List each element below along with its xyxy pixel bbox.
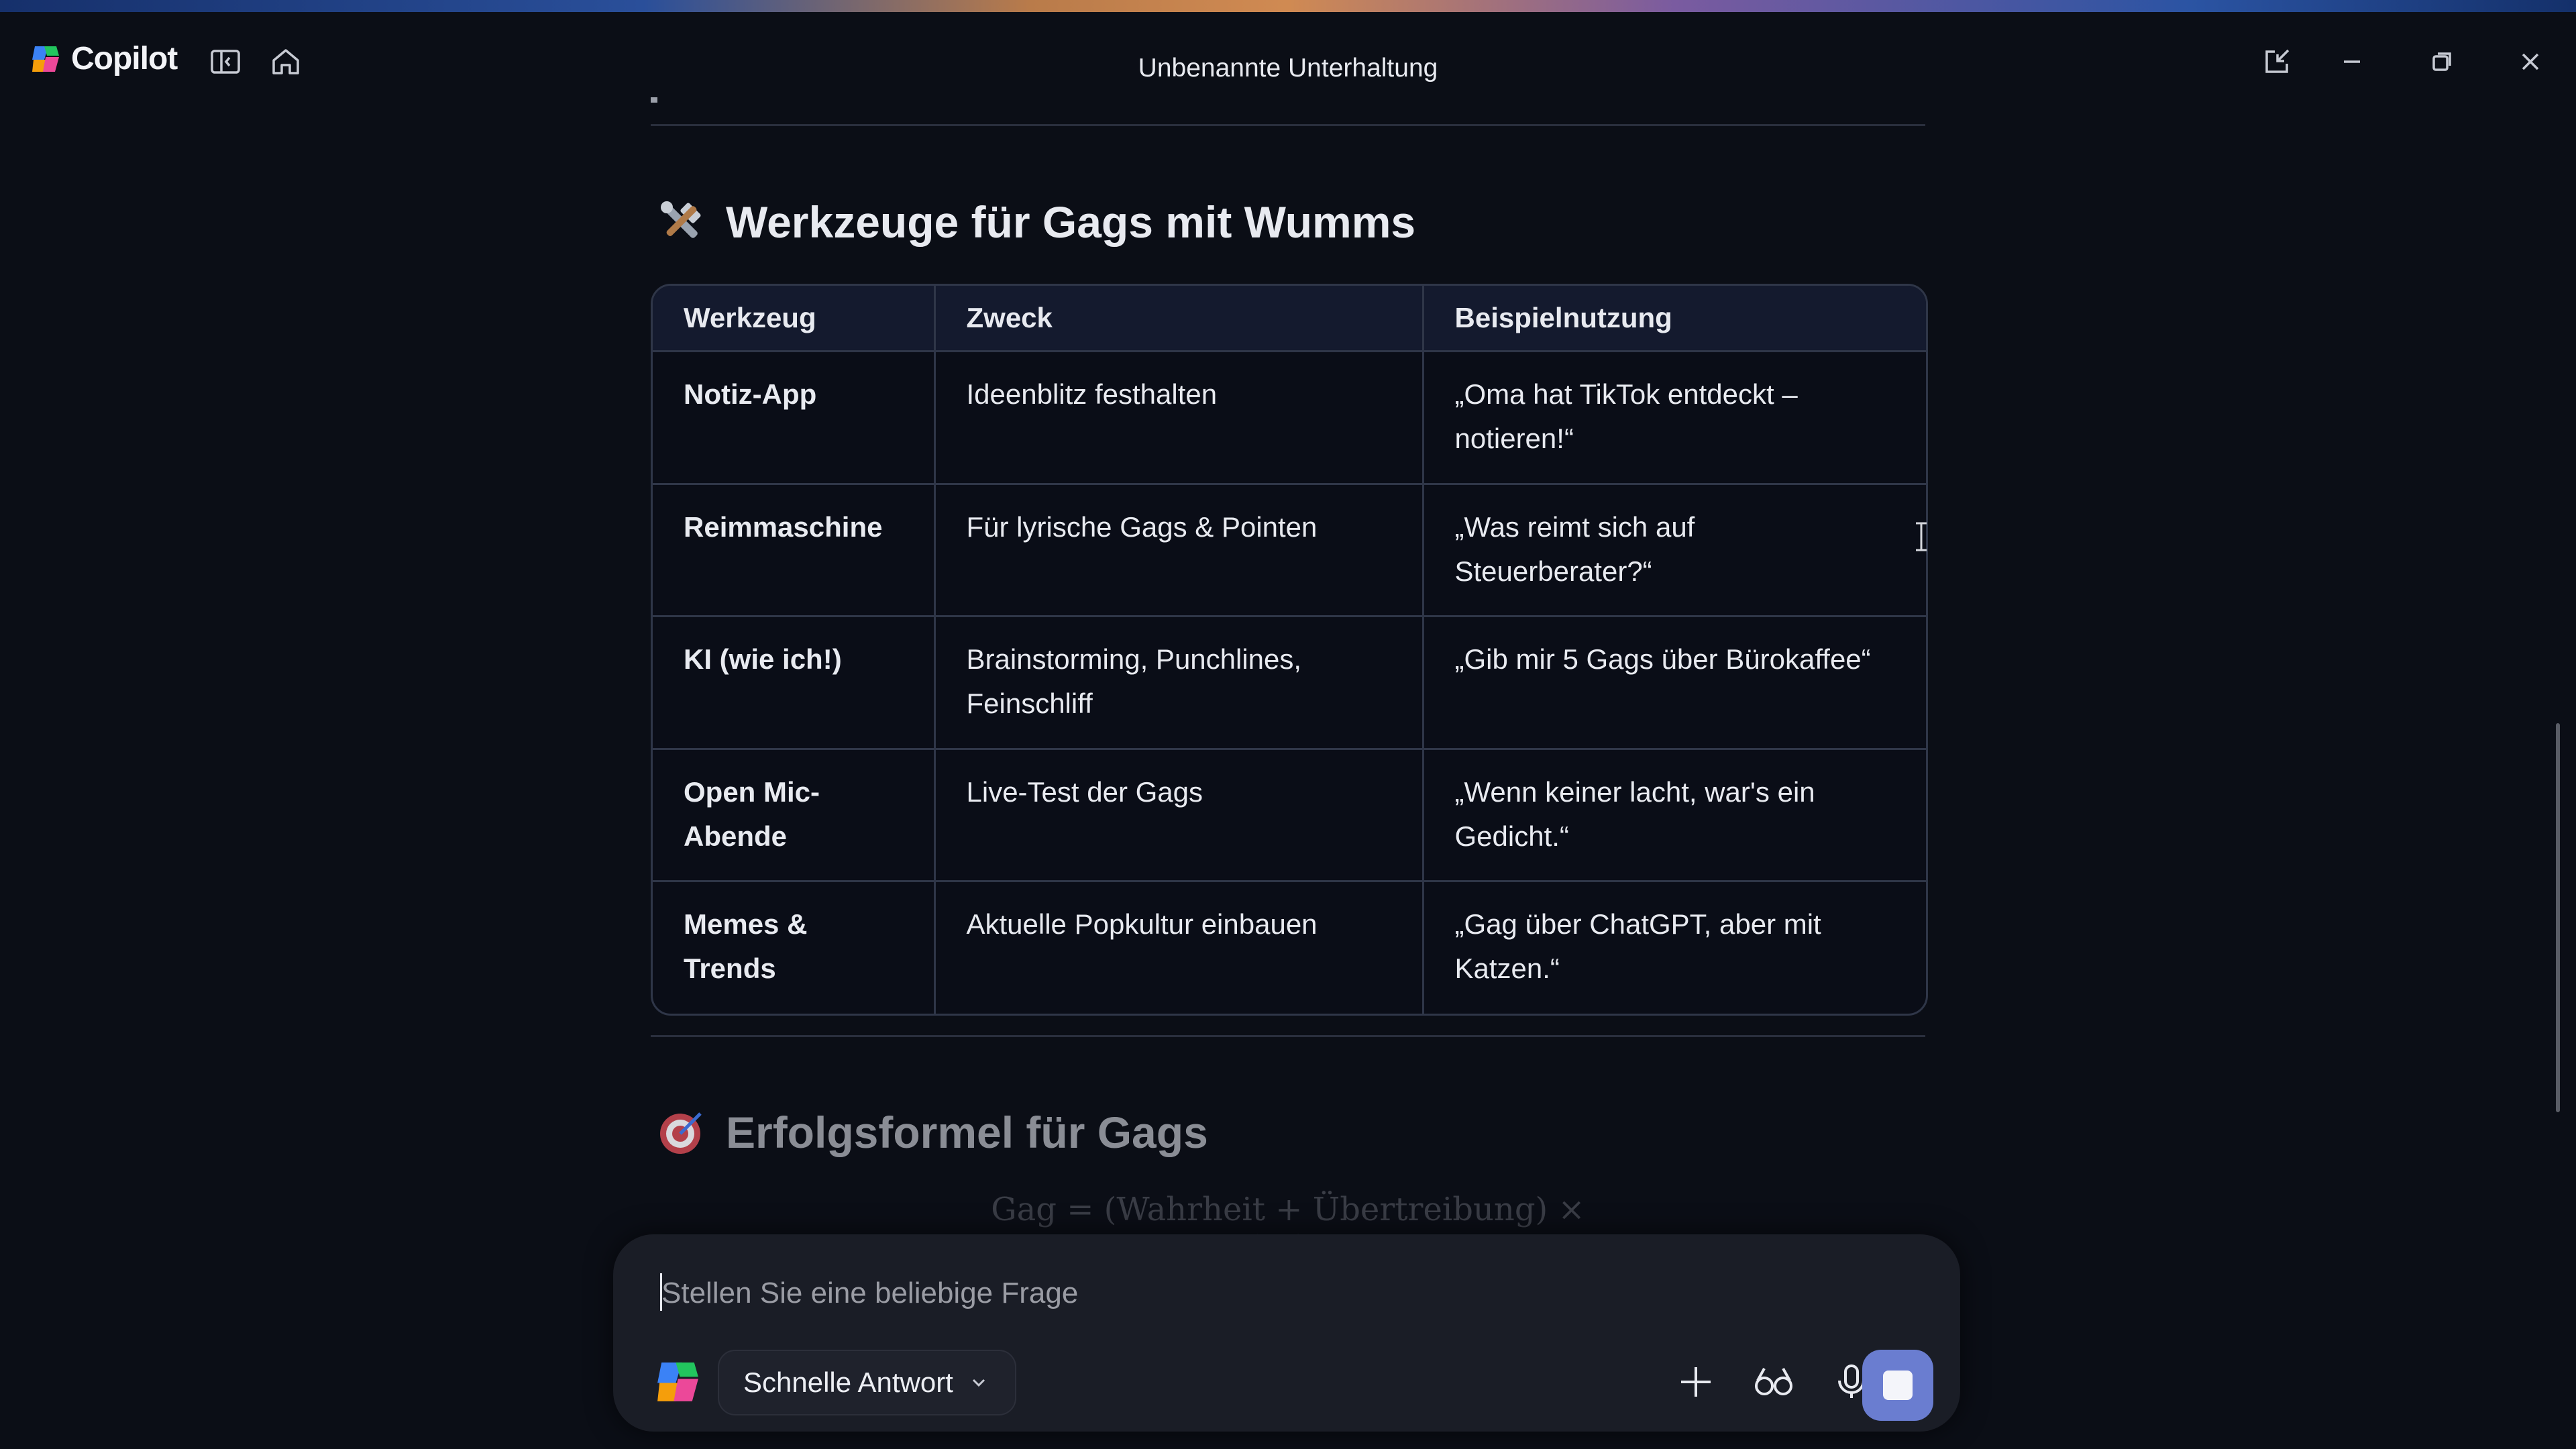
table-row: Open Mic-Abende Live-Test der Gags „Wenn…	[653, 749, 1926, 882]
pop-out-icon[interactable]	[2258, 43, 2296, 80]
column-header: Zweck	[934, 286, 1424, 352]
close-icon[interactable]	[2512, 43, 2549, 80]
table-row: KI (wie ich!) Brainstorming, Punchlines,…	[653, 616, 1926, 750]
add-icon[interactable]	[1669, 1355, 1723, 1409]
minimize-icon[interactable]	[2333, 43, 2371, 80]
copilot-logo-icon	[657, 1362, 698, 1401]
response-mode-dropdown[interactable]: Schnelle Antwort	[718, 1350, 1016, 1415]
copilot-logo[interactable]: Copilot	[30, 40, 178, 77]
window-accent-strip	[0, 0, 2576, 12]
conversation-title: Unbenannte Unterhaltung	[1138, 54, 1438, 83]
table-cell: Brainstorming, Punchlines, Feinschliff	[934, 616, 1424, 750]
table-cell: Notiz-App	[653, 351, 936, 485]
section-divider	[651, 124, 1925, 126]
text-cursor-icon	[1916, 522, 1927, 551]
table-header-row: Werkzeug Zweck Beispielnutzung	[653, 286, 1926, 352]
stop-icon	[1883, 1371, 1913, 1400]
table-cell: Reimmaschine	[653, 484, 936, 617]
section-divider	[651, 1035, 1925, 1037]
home-icon[interactable]	[267, 43, 305, 80]
table-row: Memes & Trends Aktuelle Popkultur einbau…	[653, 881, 1926, 1014]
table-row: Notiz-App Ideenblitz festhalten „Oma hat…	[653, 351, 1926, 485]
table-cell: „Gib mir 5 Gags über Bürokaffee“	[1423, 616, 1926, 750]
table-row: Reimmaschine Für lyrische Gags & Pointen…	[653, 484, 1926, 617]
response-mode-label: Schnelle Antwort	[743, 1366, 953, 1398]
table-cell: KI (wie ich!)	[653, 616, 936, 750]
table-cell: „Wenn keiner lacht, war's ein Gedicht.“	[1423, 749, 1926, 882]
tools-heading: Werkzeuge für Gags mit Wumms	[656, 197, 1415, 248]
table-cell: Memes & Trends	[653, 881, 936, 1014]
table-cell: „Was reimt sich auf Steuerberater?“	[1423, 484, 1926, 617]
scrollbar-thumb[interactable]	[2556, 723, 2560, 1112]
tools-heading-text: Werkzeuge für Gags mit Wumms	[726, 197, 1416, 247]
table-cell: „Gag über ChatGPT, aber mit Katzen.“	[1454, 908, 1821, 984]
vision-glasses-icon[interactable]	[1747, 1355, 1801, 1409]
chevron-down-icon	[972, 1379, 985, 1387]
formula-heading: Erfolgsformel für Gags	[656, 1107, 1208, 1158]
copilot-logo-icon	[32, 46, 59, 72]
app-name: Copilot	[71, 41, 178, 76]
sidebar-toggle-icon[interactable]	[207, 43, 244, 80]
title-bar: Copilot Unbenannte Unterhaltung	[0, 12, 2576, 103]
column-header: Werkzeug	[653, 286, 936, 352]
table-cell: Ideenblitz festhalten	[934, 351, 1424, 485]
input-caret	[660, 1273, 662, 1311]
table-cell: Aktuelle Popkultur einbauen	[934, 881, 1424, 1014]
table-cell: Live-Test der Gags	[934, 749, 1424, 882]
message-composer: Schnelle Antwort	[613, 1234, 1960, 1432]
formula-heading-text: Erfolgsformel für Gags	[726, 1108, 1208, 1157]
message-input[interactable]	[660, 1271, 1736, 1316]
stop-button[interactable]	[1862, 1350, 1933, 1421]
list-bullet-remnant	[651, 97, 657, 103]
table-cell: Für lyrische Gags & Pointen	[934, 484, 1424, 617]
hammer-wrench-icon	[656, 197, 707, 248]
tools-table: Werkzeug Zweck Beispielnutzung Notiz-App…	[651, 284, 1928, 1016]
table-cell: „Oma hat TikTok entdeckt – notieren!“	[1423, 351, 1926, 485]
restore-icon[interactable]	[2423, 43, 2461, 80]
target-dart-icon	[656, 1107, 707, 1158]
column-header: Beispielnutzung	[1423, 286, 1926, 352]
table-cell: Open Mic-Abende	[653, 749, 936, 882]
